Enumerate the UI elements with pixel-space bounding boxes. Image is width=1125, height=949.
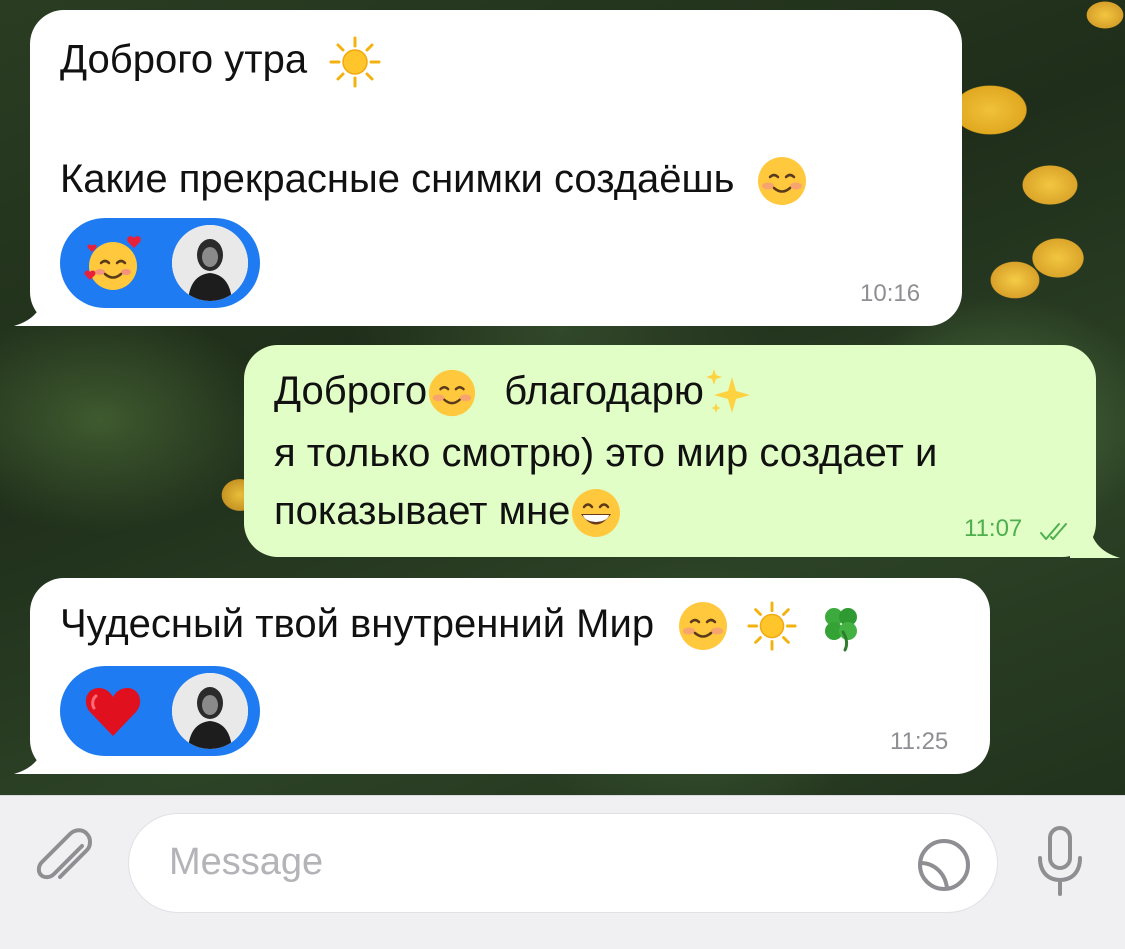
reaction-pill[interactable] (60, 218, 260, 308)
message-line: Чудесный твой внутренний Мир (60, 600, 867, 652)
message-input[interactable]: Message (128, 813, 998, 913)
message-time: 11:25 (890, 728, 949, 755)
message-line: показывает мне (274, 487, 622, 539)
avatar (172, 673, 248, 749)
message-bubble-outgoing[interactable]: Доброго благодарю я только смотрю) это м… (244, 345, 1096, 557)
double-check-icon (1040, 523, 1067, 540)
message-time: 10:16 (860, 280, 921, 307)
red-heart-icon (85, 688, 141, 736)
microphone-icon[interactable] (1030, 824, 1090, 900)
smiling-face-icon (429, 370, 476, 417)
sticker-icon[interactable] (915, 836, 973, 894)
sun-icon (747, 601, 797, 651)
smiling-face-icon (757, 157, 806, 206)
sparkles-icon (705, 369, 750, 414)
smiling-face-with-hearts-icon (84, 236, 141, 290)
message-bubble-incoming[interactable]: Чудесный твой внутренний Мир 11:25 (30, 578, 990, 774)
message-input-bar: Message (0, 795, 1125, 949)
message-bubble-incoming[interactable]: Доброго утра Какие прекрасные снимки соз… (30, 10, 962, 326)
message-time: 11:07 (964, 515, 1023, 542)
reaction-pill[interactable] (60, 666, 260, 756)
smiling-face-icon (679, 602, 728, 651)
message-input-placeholder: Message (169, 841, 324, 883)
message-line: Доброго утра (60, 35, 382, 89)
sun-icon (329, 36, 381, 88)
message-line: я только смотрю) это мир создает и (274, 431, 938, 475)
four-leaf-clover-icon (825, 608, 858, 652)
avatar (172, 225, 248, 301)
paperclip-icon[interactable] (30, 826, 102, 898)
message-line: Доброго благодарю (274, 367, 752, 419)
grinning-face-icon (572, 489, 621, 538)
message-line: Какие прекрасные снимки создаёшь (60, 155, 808, 207)
